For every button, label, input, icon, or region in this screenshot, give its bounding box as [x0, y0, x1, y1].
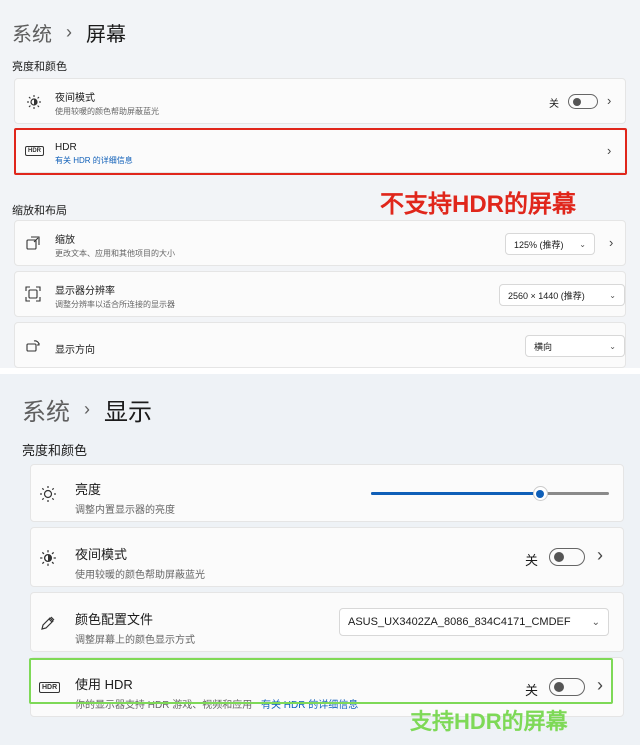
supported-annotation: 支持HDR的屏幕 — [410, 709, 568, 734]
orientation-dropdown[interactable]: 横向 ⌄ — [525, 335, 625, 357]
chevron-right-icon[interactable]: › — [607, 93, 611, 108]
chevron-down-icon: ⌄ — [609, 341, 616, 351]
resolution-title: 显示器分辨率 — [55, 286, 115, 297]
resolution-subtitle: 调整分辨率以适合所连接的显示器 — [55, 300, 175, 309]
night-light-row[interactable]: 夜间模式 使用较暖的颜色帮助屏蔽蓝光 关 › — [30, 527, 624, 587]
color-profile-subtitle: 调整屏幕上的颜色显示方式 — [75, 635, 195, 646]
color-profile-dropdown[interactable]: ASUS_UX3402ZA_8086_834C4171_CMDEF ⌄ — [339, 608, 609, 636]
resolution-dropdown[interactable]: 2560 × 1440 (推荐) ⌄ — [499, 284, 625, 306]
chevron-down-icon: ⌄ — [591, 616, 600, 628]
night-light-state: 关 — [549, 99, 559, 110]
breadcrumb-separator: › — [66, 22, 72, 42]
breadcrumb-system[interactable]: 系统 — [12, 18, 52, 47]
chevron-down-icon: ⌄ — [609, 290, 616, 300]
scale-subtitle: 更改文本、应用和其他项目的大小 — [55, 249, 175, 258]
orientation-icon — [25, 338, 41, 354]
breadcrumb: 系统 › 显示 — [22, 392, 152, 427]
section-brightness-color: 亮度和颜色 — [22, 443, 88, 458]
night-light-row[interactable]: 夜间模式 使用较暖的颜色帮助屏蔽蓝光 关 › — [14, 78, 626, 124]
brightness-subtitle: 调整内置显示器的亮度 — [75, 505, 175, 516]
section-scale-layout: 缩放和布局 — [12, 205, 67, 217]
breadcrumb-separator: › — [84, 399, 90, 419]
night-light-subtitle: 使用较暖的颜色帮助屏蔽蓝光 — [55, 107, 159, 116]
brightness-slider-thumb[interactable] — [532, 486, 548, 501]
page-title: 显示 — [104, 399, 152, 426]
scale-title: 缩放 — [55, 235, 75, 246]
chevron-right-icon[interactable]: › — [597, 545, 603, 566]
night-light-icon — [39, 549, 57, 567]
night-light-icon — [25, 93, 43, 111]
resolution-row[interactable]: 显示器分辨率 调整分辨率以适合所连接的显示器 2560 × 1440 (推荐) … — [14, 271, 626, 317]
scale-icon — [25, 235, 41, 251]
sun-icon — [39, 485, 57, 503]
breadcrumb-system[interactable]: 系统 — [22, 392, 70, 427]
breadcrumb: 系统 › 屏幕 — [12, 18, 126, 47]
night-light-state: 关 — [525, 553, 539, 568]
color-profile-row[interactable]: 颜色配置文件 调整屏幕上的颜色显示方式 ASUS_UX3402ZA_8086_8… — [30, 592, 624, 652]
brightness-slider-fill — [371, 492, 540, 495]
orientation-row[interactable]: 显示方向 横向 ⌄ — [14, 322, 626, 368]
brightness-row: 亮度 调整内置显示器的亮度 — [30, 464, 624, 522]
night-light-toggle[interactable] — [568, 94, 598, 109]
night-light-toggle[interactable] — [549, 548, 585, 566]
scale-value: 125% (推荐) — [514, 239, 564, 250]
scale-dropdown[interactable]: 125% (推荐) ⌄ — [505, 233, 595, 255]
color-profile-value: ASUS_UX3402ZA_8086_834C4171_CMDEF — [348, 616, 571, 628]
red-highlight-box — [14, 128, 627, 175]
chevron-right-icon[interactable]: › — [609, 235, 613, 250]
resolution-value: 2560 × 1440 (推荐) — [508, 290, 585, 301]
brightness-slider[interactable] — [371, 486, 609, 501]
color-profile-icon — [39, 614, 57, 632]
chevron-down-icon: ⌄ — [579, 239, 586, 249]
orientation-title: 显示方向 — [55, 345, 95, 356]
section-brightness-color: 亮度和颜色 — [12, 61, 67, 73]
settings-panel-unsupported: 系统 › 屏幕 亮度和颜色 夜间模式 使用较暖的颜色帮助屏蔽蓝光 关 › HDR… — [0, 0, 640, 368]
settings-panel-supported: 系统 › 显示 亮度和颜色 亮度 调整内置显示器的亮度 夜间模式 使用较暖的颜色… — [0, 374, 640, 745]
green-highlight-box — [29, 658, 613, 704]
orientation-value: 横向 — [534, 341, 553, 352]
night-light-title: 夜间模式 — [55, 93, 95, 104]
unsupported-annotation: 不支持HDR的屏幕 — [380, 191, 576, 218]
page-title: 屏幕 — [86, 24, 126, 46]
brightness-title: 亮度 — [75, 482, 102, 497]
resolution-icon — [25, 286, 41, 302]
scale-row[interactable]: 缩放 更改文本、应用和其他项目的大小 125% (推荐) ⌄ › — [14, 220, 626, 266]
color-profile-title: 颜色配置文件 — [75, 612, 154, 627]
night-light-title: 夜间模式 — [75, 547, 128, 562]
night-light-subtitle: 使用较暖的颜色帮助屏蔽蓝光 — [75, 570, 205, 581]
